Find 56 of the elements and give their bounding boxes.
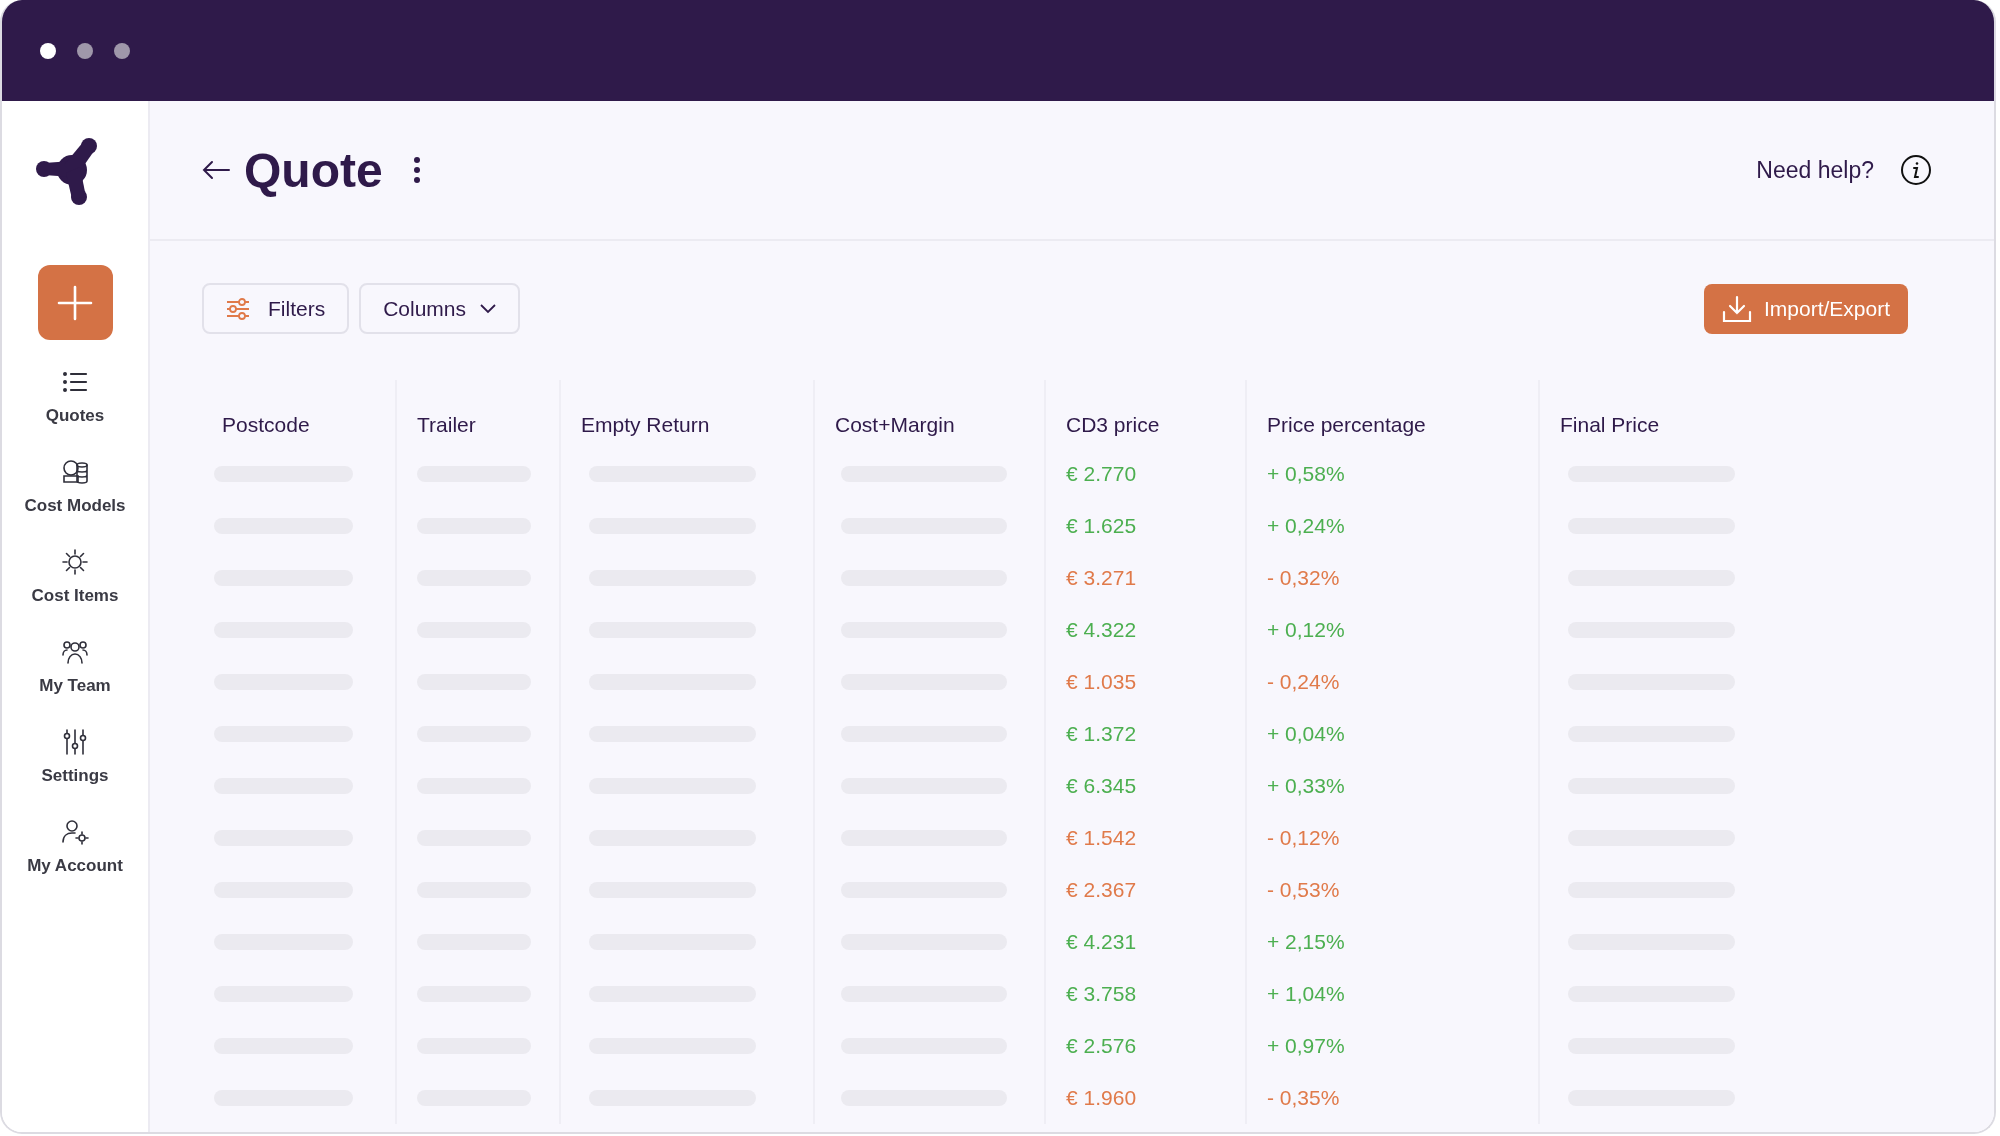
table-cell: + 0,04% [1267, 722, 1345, 746]
table-cell: + 0,24% [1267, 514, 1345, 538]
page-title: Quote [244, 142, 383, 198]
table-cell: - 0,32% [1267, 566, 1340, 590]
table-cell: + 1,04% [1267, 982, 1345, 1006]
people-icon [61, 638, 89, 666]
column-header: Trailer [417, 413, 476, 437]
column-header: Postcode [222, 413, 310, 437]
table-cell: + 0,97% [1267, 1034, 1345, 1058]
user-gear-icon [61, 818, 89, 846]
table-cell: + 0,12% [1267, 618, 1345, 642]
column-header: CD3 price [1066, 413, 1160, 437]
window-control[interactable] [40, 42, 56, 59]
help-link[interactable]: Need help? [1756, 156, 1874, 184]
add-button[interactable] [37, 265, 113, 340]
back-arrow-icon[interactable] [202, 160, 230, 180]
table-cell: + 0,58% [1267, 462, 1345, 486]
nav-item[interactable]: Cost Items [31, 548, 119, 606]
nav-item[interactable]: My Account [27, 818, 123, 876]
column-header: Cost+Margin [835, 413, 955, 437]
table-cell: € 2.367 [1066, 878, 1137, 902]
column-header: Price percentage [1267, 413, 1426, 437]
nav-item[interactable]: Cost Models [24, 458, 126, 516]
table-cell: € 1.372 [1066, 722, 1137, 746]
nav-item[interactable]: Quotes [45, 368, 105, 426]
download-icon [1721, 294, 1752, 323]
nav-item[interactable]: Settings [41, 728, 109, 786]
table-cell: € 2.576 [1066, 1034, 1137, 1058]
filters-button[interactable]: Filters [202, 283, 350, 334]
table-cell: € 4.231 [1066, 930, 1137, 954]
chevron-down-icon [480, 303, 497, 314]
columns-dropdown[interactable]: Columns [359, 283, 521, 334]
table-cell: + 0,33% [1267, 774, 1345, 798]
table-cell: - 0,53% [1267, 878, 1340, 902]
table-cell: € 1.960 [1066, 1086, 1137, 1110]
sliders-icon [61, 728, 89, 756]
more-options-icon[interactable] [412, 156, 421, 184]
column-header: Empty Return [581, 413, 710, 437]
table-cell: € 3.758 [1066, 982, 1137, 1006]
table-cell: € 4.322 [1066, 618, 1137, 642]
info-icon[interactable] [1900, 154, 1932, 186]
table-cell: € 1.625 [1066, 514, 1137, 538]
table-cell: - 0,12% [1267, 826, 1340, 850]
sliders-icon [226, 297, 250, 320]
table-cell: - 0,24% [1267, 670, 1340, 694]
column-header: Final Price [1560, 413, 1660, 437]
coins-icon [61, 458, 89, 486]
table-cell: € 2.770 [1066, 462, 1137, 486]
table-cell: € 3.271 [1066, 566, 1137, 590]
nav-item[interactable]: My Team [39, 638, 111, 696]
table-cell: + 2,15% [1267, 930, 1345, 954]
table-cell: € 1.035 [1066, 670, 1137, 694]
table-cell: € 6.345 [1066, 774, 1137, 798]
table-cell: € 1.542 [1066, 826, 1137, 850]
plus-icon [57, 284, 93, 321]
table-cell: - 0,35% [1267, 1086, 1340, 1110]
